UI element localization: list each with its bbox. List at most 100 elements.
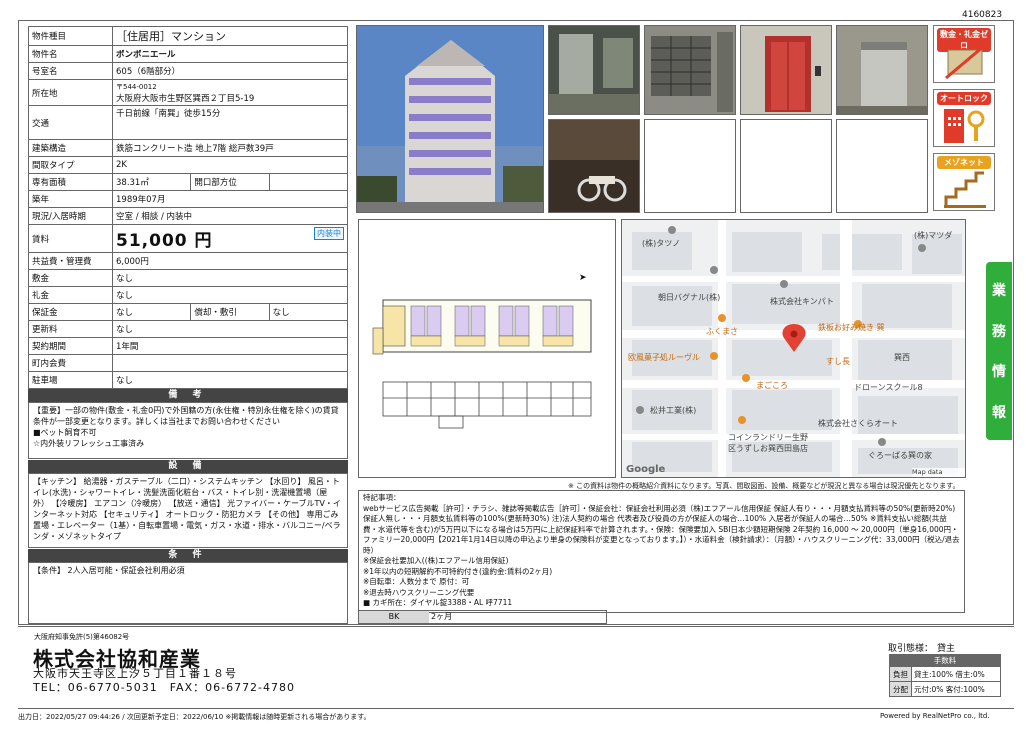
map-data-credit: Map data ©2020 <box>912 468 965 477</box>
business-info-tab[interactable]: 業 務 情 報 <box>986 262 1012 440</box>
remarks-line: ■ カギ所在：ダイヤル錠3388・AL 呼7711 <box>363 598 513 607</box>
property-detail-table: 物件種目 ［住居用］マンション 物件名 ボンボニエール 号室名 605（6階部分） 所… <box>28 26 349 389</box>
structure-value: 鉄筋コンクリート造 地上7階 総戸数39戸 <box>112 139 348 157</box>
fee-row-value: 元付:0% 客付:100% <box>911 681 1001 697</box>
location-map[interactable]: (株)タツノ (株)マツダ 朝日バグナル(株) 株式会社キンパト ふくまさ 鉄板… <box>621 219 966 478</box>
divider <box>18 708 1014 709</box>
fee-header: 手数料 <box>889 654 1001 667</box>
parking-value: なし <box>112 371 348 389</box>
address-value: 大阪府大阪市生野区巽西２丁目5-19 <box>116 93 255 104</box>
built-label: 築年 <box>28 190 113 208</box>
contract-label: 契約期間 <box>28 337 113 355</box>
bk-label: BK <box>359 611 429 623</box>
parking-label: 駐車場 <box>28 371 113 389</box>
powered-by: Powered by RealNetPro co., ltd. <box>880 712 990 720</box>
remarks-title: 特記事項： <box>363 493 401 502</box>
map-label: 株式会社キンパト <box>770 297 834 306</box>
guarantee-label: 保証金 <box>28 303 113 321</box>
transport-value: 千日前線「南巽」徒歩15分 <box>112 105 348 140</box>
north-arrow-icon: ➤ <box>579 273 587 283</box>
fee-row-value: 貸主:100% 借主:0% <box>911 666 1001 682</box>
type-value: ［住居用］マンション <box>112 26 348 46</box>
notes-line: 【重要】一部の物件(敷金・礼金0円)で外国籍の方(永住権・特別永住権を除く)の賃… <box>33 406 339 426</box>
autolock-icon: オートロック <box>933 89 995 147</box>
bicycle-parking-photo <box>548 119 640 213</box>
bk-value: 2ヶ月 <box>431 612 453 621</box>
bk-row: BK 2ヶ月 <box>358 610 607 624</box>
map-label: すし長 <box>826 357 850 366</box>
side-tab-char: 報 <box>992 404 1006 421</box>
type-label: 物件種目 <box>28 26 113 46</box>
conditions-heading: 条 件 <box>28 549 348 562</box>
deposit-value: なし <box>112 269 348 287</box>
layout-label: 間取タイプ <box>28 156 113 174</box>
fee-table: 手数料 負担 貸主:100% 借主:0% 分配 元付:0% 客付:100% <box>889 654 1001 697</box>
maisonette-label: メゾネット <box>937 156 991 169</box>
fee-row-key: 負担 <box>889 666 912 682</box>
keymoney-value: なし <box>112 286 348 304</box>
equipment-heading: 設 備 <box>28 460 348 473</box>
area-value: 38.31㎡ <box>111 173 192 191</box>
map-label: ふくまさ <box>706 327 738 336</box>
rent-label: 賃料 <box>28 224 113 253</box>
map-label: ぐろーばる巽の家 <box>868 451 932 460</box>
transaction-label: 取引態様： <box>888 644 934 654</box>
remarks-line: ※自転車：人数分まで 原付：可 <box>363 577 470 586</box>
lower-floor-plan <box>382 381 592 429</box>
property-number: 4160823 <box>962 10 1003 20</box>
transaction-value: 貸主 <box>937 644 956 654</box>
structure-label: 建築構造 <box>28 139 113 157</box>
map-label: コインランドリー生野 <box>728 433 808 442</box>
mailbox-photo <box>644 25 736 115</box>
map-label: (株)タツノ <box>642 239 681 248</box>
notes-line: ☆内外装リフレッシュ工事済み <box>33 439 145 448</box>
notes-heading: 備 考 <box>28 389 348 402</box>
google-logo: Google <box>626 464 666 475</box>
notes-body: 【重要】一部の物件(敷金・礼金0円)で外国籍の方(永住権・特別永住権を除く)の賃… <box>28 402 348 459</box>
side-tab-char: 情 <box>992 364 1006 381</box>
status-value: 空室 / 相談 / 内装中 <box>112 207 348 225</box>
empty-photo-slot <box>644 119 736 213</box>
fee-label: 共益費・管理費 <box>28 252 113 270</box>
amort-label: 償却・敷引 <box>190 303 270 321</box>
transport-label: 交通 <box>28 105 113 140</box>
common-area-photo <box>836 25 928 115</box>
map-label: 株式会社さくらオート <box>818 419 898 428</box>
deposit-label: 敷金 <box>28 269 113 287</box>
rent-status-tag: 内装中 <box>314 227 344 240</box>
map-label: 巽西 <box>894 353 910 362</box>
divider <box>18 626 1014 627</box>
map-label: 朝日バグナル(株) <box>658 293 721 302</box>
room-value: 605（6階部分） <box>112 62 348 80</box>
floor-plan: ➤ <box>358 219 616 478</box>
renewal-label: 更新料 <box>28 320 113 338</box>
remarks-text: webサービス広告掲載［許可］・チラシ、雑誌等掲載広告［許可］・保証会社：保証会… <box>363 503 960 555</box>
remarks-line: ※保証会社要加入((株)エフアール信用保証) <box>363 556 509 565</box>
deposit-zero-icon: 敷金・礼金ゼロ <box>933 25 995 83</box>
remarks-line: ※退去時ハウスクリーニング代要 <box>363 587 475 597</box>
map-label: 松井工業(株) <box>650 406 697 415</box>
guarantee-value: なし <box>111 303 192 321</box>
map-label: 欧風菓子処ルーヴル <box>628 353 700 362</box>
maisonette-icon: メゾネット <box>933 153 995 211</box>
rent-value: 51,000 円 <box>116 231 213 251</box>
rent-cell: 51,000 円 内装中 <box>112 224 348 253</box>
transaction-type: 取引態様： 貸主 <box>888 641 955 654</box>
entrance-photo <box>548 25 640 115</box>
name-label: 物件名 <box>28 45 113 63</box>
company-phone: TEL：06-6770-5031 FAX：06-6772-4780 <box>33 681 296 694</box>
town-label: 町内会費 <box>28 354 113 372</box>
fee-value: 6,000円 <box>112 252 348 270</box>
map-label: 区うずしお巽西田島店 <box>728 444 808 453</box>
autolock-label: オートロック <box>937 92 991 105</box>
license-number: 大阪府知事免許(5)第46082号 <box>34 633 130 641</box>
name-value: ボンボニエール <box>112 45 348 63</box>
built-value: 1989年07月 <box>112 190 348 208</box>
conditions-body: 【条件】 2人入居可能・保証会社利用必須 <box>28 562 348 624</box>
contract-value: 1年間 <box>112 337 348 355</box>
town-value <box>112 354 348 372</box>
map-label: ドローンスクール8 <box>854 383 923 392</box>
remarks-line: ※1年以内の短期解約不可特約付き(違約金:賃料の2ヶ月) <box>363 566 553 576</box>
room-label: 号室名 <box>28 62 113 80</box>
fee-row-key: 分配 <box>889 681 912 697</box>
